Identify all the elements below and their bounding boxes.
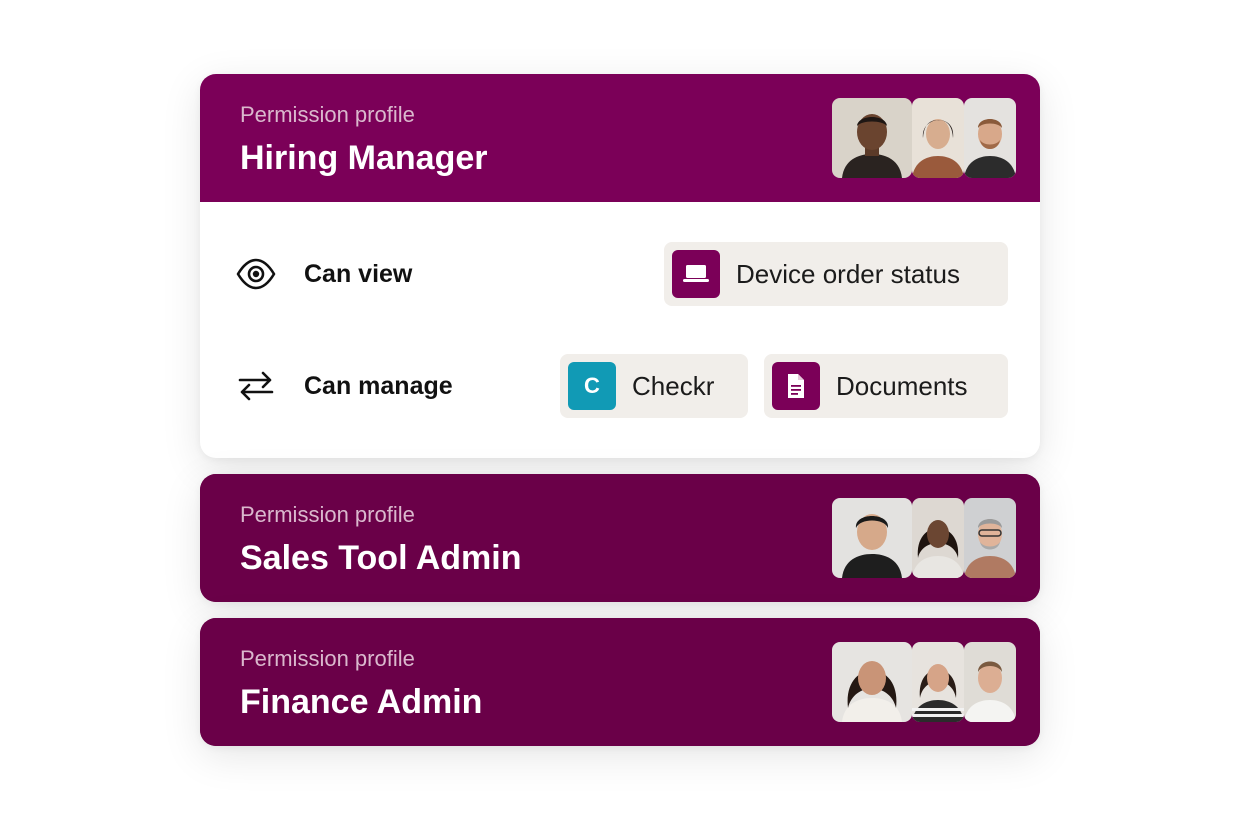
profile-card-sales-tool-admin[interactable]: Permission profile Sales Tool Admin (200, 474, 1040, 602)
avatar (912, 642, 964, 722)
member-avatar-group (832, 642, 1016, 722)
chip-label: Device order status (736, 258, 960, 289)
avatar (912, 98, 964, 178)
avatar (964, 498, 1016, 578)
can-view-label: Can view (304, 260, 413, 288)
checkr-logo-icon: C (568, 362, 616, 410)
documents-chip[interactable]: Documents (764, 354, 1008, 418)
can-manage-row: Can manage C Checkr Documents (200, 354, 1040, 418)
avatar (832, 498, 912, 578)
checkr-chip[interactable]: C Checkr (560, 354, 748, 418)
document-icon (772, 362, 820, 410)
profile-card-header[interactable]: Permission profile Finance Admin (200, 618, 1040, 746)
swap-arrows-icon (236, 366, 276, 406)
device-order-status-chip[interactable]: Device order status (664, 242, 1008, 306)
permission-profiles-stage: Permission profile Hiring Manager Can vi… (0, 0, 1240, 820)
chip-label: Documents (836, 370, 968, 401)
profile-card-header[interactable]: Permission profile Hiring Manager (200, 74, 1040, 202)
member-avatar-group (832, 498, 1016, 578)
laptop-icon (672, 250, 720, 298)
avatar (832, 98, 912, 178)
can-view-row: Can view Device order status (200, 242, 1040, 306)
eye-icon (236, 254, 276, 294)
avatar (832, 642, 912, 722)
can-manage-label: Can manage (304, 372, 453, 400)
avatar (912, 498, 964, 578)
avatar (964, 642, 1016, 722)
avatar (964, 98, 1016, 178)
chip-label: Checkr (632, 370, 715, 401)
member-avatar-group (832, 98, 1016, 178)
profile-card-finance-admin[interactable]: Permission profile Finance Admin (200, 618, 1040, 746)
checkr-logo-letter: C (584, 373, 600, 398)
profile-card-hiring-manager[interactable]: Permission profile Hiring Manager Can vi… (200, 74, 1040, 458)
profile-card-header[interactable]: Permission profile Sales Tool Admin (200, 474, 1040, 602)
